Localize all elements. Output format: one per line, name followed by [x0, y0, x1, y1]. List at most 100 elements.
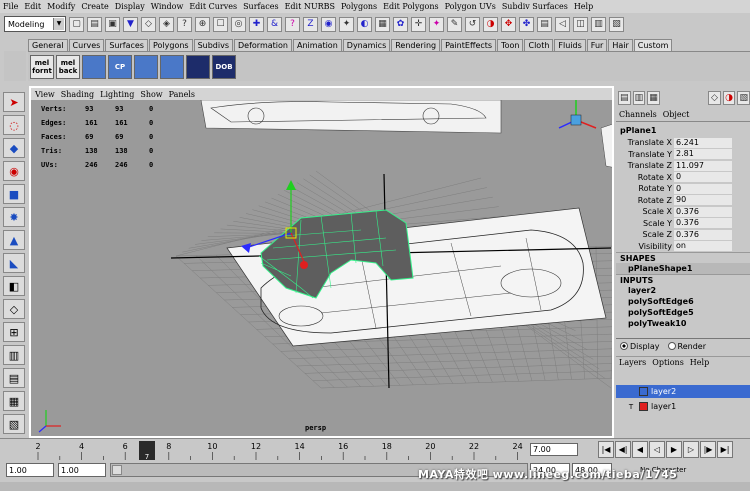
time-ruler[interactable]: 2 4 6 8 10 12 14 16 18 20 22 247	[0, 439, 530, 461]
channel-attribute-row[interactable]: Scale Z 0.376	[616, 229, 750, 241]
tool-settings-toggle-icon[interactable]: ▥	[591, 16, 606, 32]
shelf-button-3[interactable]	[82, 54, 106, 79]
tab-surfaces[interactable]: Surfaces	[105, 39, 148, 51]
menu-window[interactable]: Window	[151, 2, 184, 11]
tab-cloth[interactable]: Cloth	[524, 39, 554, 51]
channel-attribute-row[interactable]: Rotate X0	[616, 172, 750, 184]
layer-menu-options[interactable]: Options	[652, 358, 684, 367]
menu-display[interactable]: Display	[115, 2, 145, 11]
select-hierarchy-icon[interactable]: ▼	[123, 16, 138, 32]
attribute-icon[interactable]: ▦	[647, 91, 660, 105]
tab-fur[interactable]: Fur	[586, 39, 608, 51]
shelf-button-1[interactable]: mel fornt	[30, 54, 54, 79]
viewport-menu-lighting[interactable]: Lighting	[100, 90, 134, 99]
render-icon[interactable]: ✥	[501, 16, 516, 32]
tab-deformation[interactable]: Deformation	[234, 39, 292, 51]
layout-single-icon[interactable]: ◇	[3, 299, 25, 319]
attribute-editor-toggle-icon[interactable]: ◫	[573, 16, 588, 32]
channel-attribute-row[interactable]: Rotate Y0	[616, 183, 750, 195]
channel-box-toggle-icon[interactable]: ▧	[609, 16, 624, 32]
command-line[interactable]	[0, 482, 750, 491]
last-tool-icon[interactable]: ◧	[3, 276, 25, 296]
viewport-menu-show[interactable]: Show	[140, 90, 162, 99]
open-scene-icon[interactable]: ▤	[87, 16, 102, 32]
step-back-icon[interactable]: ◀	[632, 441, 648, 458]
go-to-start-icon[interactable]: |◀	[598, 441, 614, 458]
pick-rendering-icon[interactable]: ◉	[321, 16, 336, 32]
channel-attribute-row[interactable]: Translate X 6.241	[616, 137, 750, 149]
play-forward-icon[interactable]: ▶	[666, 441, 682, 458]
snap-plane-icon[interactable]: ✦	[429, 16, 444, 32]
menu-create[interactable]: Create	[81, 2, 108, 11]
menu-edit-curves[interactable]: Edit Curves	[189, 2, 237, 11]
channel-attribute-value[interactable]: 0.376	[674, 229, 732, 240]
render-radio[interactable]: Render	[667, 342, 706, 351]
step-forward-key-icon[interactable]: |▶	[700, 441, 716, 458]
channel-attribute-value[interactable]: 6.241	[674, 137, 732, 148]
channel-attribute-row[interactable]: Translate Z 11.097	[616, 160, 750, 172]
channel-attribute-value[interactable]: 2.81	[674, 149, 732, 160]
tab-painteffects[interactable]: PaintEffects	[441, 39, 497, 51]
viewport-menu-panels[interactable]: Panels	[169, 90, 195, 99]
channel-attribute-row[interactable]: Rotate Z 90	[616, 195, 750, 207]
menu-help[interactable]: Help	[574, 2, 593, 11]
menu-edit-polygons[interactable]: Edit Polygons	[383, 2, 438, 11]
menu-polygons[interactable]: Polygons	[341, 2, 377, 11]
layout-two-icon[interactable]: ▥	[3, 345, 25, 365]
select-object-icon[interactable]: ◇	[141, 16, 156, 32]
play-back-icon[interactable]: ◁	[649, 441, 665, 458]
pick-handles-icon[interactable]: ◎	[231, 16, 246, 32]
new-scene-icon[interactable]: ▢	[69, 16, 84, 32]
channel-attribute-row[interactable]: Scale Y 0.376	[616, 218, 750, 230]
soft-mod-tool-icon[interactable]: ▲	[3, 230, 25, 250]
view-cube-icon[interactable]	[558, 100, 597, 129]
tab-subdivs[interactable]: Subdivs	[193, 39, 234, 51]
channel-attribute-value[interactable]: 0	[674, 172, 732, 183]
tab-dynamics[interactable]: Dynamics	[342, 39, 391, 51]
step-back-key-icon[interactable]: ◀|	[615, 441, 631, 458]
snap-curve-icon[interactable]: ✿	[393, 16, 408, 32]
go-to-end-icon[interactable]: ▶|	[717, 441, 733, 458]
make-live-icon[interactable]: ✎	[447, 16, 462, 32]
tab-fluids[interactable]: Fluids	[554, 39, 586, 51]
menu-modify[interactable]: Modify	[47, 2, 75, 11]
input-node[interactable]: polyTweak10	[616, 318, 750, 329]
tab-curves[interactable]: Curves	[68, 39, 105, 51]
move-tool-icon[interactable]: ◆	[3, 138, 25, 158]
tab-polygons[interactable]: Polygons	[148, 39, 193, 51]
layer-type-flag[interactable]: T	[626, 403, 636, 411]
current-frame-field[interactable]: 7.00	[530, 443, 578, 456]
tab-animation[interactable]: Animation	[292, 39, 342, 51]
pick-surfaces-icon[interactable]: ☐	[213, 16, 228, 32]
construction-history-icon[interactable]: ◑	[483, 16, 498, 32]
channel-options-icon[interactable]: ▧	[737, 91, 750, 105]
shape-node[interactable]: pPlaneShape1	[616, 263, 750, 274]
input-node[interactable]: polySoftEdge5	[616, 307, 750, 318]
save-scene-icon[interactable]: ▣	[105, 16, 120, 32]
pick-dynamics-icon[interactable]: Z	[303, 16, 318, 32]
tab-toon[interactable]: Toon	[497, 39, 524, 51]
pick-deformer-icon[interactable]: ?	[285, 16, 300, 32]
channel-attribute-value[interactable]: 90	[674, 195, 732, 206]
filter-icon[interactable]: ?	[177, 16, 192, 32]
select-component-icon[interactable]: ◈	[159, 16, 174, 32]
scale-tool-icon[interactable]: ■	[3, 184, 25, 204]
ipr-render-icon[interactable]: ✤	[519, 16, 534, 32]
display-radio[interactable]: Display	[620, 342, 660, 351]
step-forward-icon[interactable]: ▷	[683, 441, 699, 458]
render-globals-icon[interactable]: ▤	[537, 16, 552, 32]
menu-edit-nurbs[interactable]: Edit NURBS	[285, 2, 335, 11]
playback-start-field[interactable]: 1.00	[58, 463, 106, 477]
history-icon[interactable]: ↺	[465, 16, 480, 32]
render-layer-icon[interactable]: ◑	[722, 91, 736, 105]
viewport-menu-view[interactable]: View	[35, 90, 55, 99]
pick-curves-icon[interactable]: ⊕	[195, 16, 210, 32]
menu-subdiv-surfaces[interactable]: Subdiv Surfaces	[502, 2, 568, 11]
range-handle[interactable]	[112, 465, 122, 475]
input-field-icon[interactable]: ◁	[555, 16, 570, 32]
channel-attribute-row[interactable]: Translate Y 2.81	[616, 149, 750, 161]
range-start-field[interactable]: 1.00	[6, 463, 54, 477]
layout-graph-icon[interactable]: ▤	[3, 368, 25, 388]
lock-selection-icon[interactable]: ◐	[357, 16, 372, 32]
channel-attribute-value[interactable]: on	[674, 241, 732, 252]
